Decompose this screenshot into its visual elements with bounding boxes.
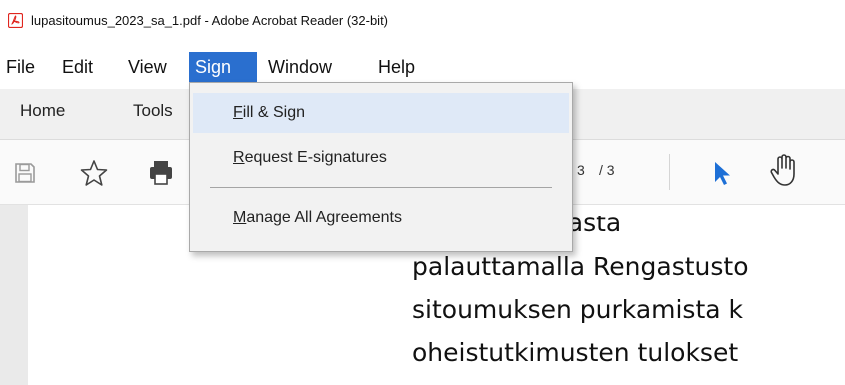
menu-item-manage-all-agreements[interactable]: Manage All Agreements <box>193 198 569 238</box>
menu-item-label: ill & Sign <box>242 104 306 121</box>
menu-bar: File Edit View Sign Window Help <box>0 52 845 82</box>
menu-separator <box>210 187 552 188</box>
mnemonic-letter: F <box>233 104 243 121</box>
menu-item-label: anage All Agreements <box>246 209 402 226</box>
menu-edit[interactable]: Edit <box>56 52 99 82</box>
toolbar-separator <box>669 154 670 190</box>
menu-help[interactable]: Help <box>372 52 421 82</box>
document-gutter <box>0 205 28 385</box>
hand-icon[interactable] <box>769 153 799 187</box>
window-title: lupasitoumus_2023_sa_1.pdf - Adobe Acrob… <box>31 13 389 28</box>
menu-item-fill-sign[interactable]: Fill & Sign <box>193 93 569 133</box>
tab-tools[interactable]: Tools <box>133 101 173 121</box>
menu-window[interactable]: Window <box>262 52 338 82</box>
document-line: oheistutkimusten tulokset <box>412 338 739 367</box>
star-icon[interactable] <box>80 159 108 187</box>
menu-item-label: equest E-signatures <box>244 149 387 166</box>
title-bar: lupasitoumus_2023_sa_1.pdf - Adobe Acrob… <box>0 0 845 44</box>
document-line: palauttamalla Rengastusto <box>412 252 749 281</box>
print-icon[interactable] <box>150 160 190 186</box>
document-line: sitoumuksen purkamista k <box>412 295 744 324</box>
save-icon[interactable] <box>14 162 36 184</box>
mnemonic-letter: R <box>233 149 245 166</box>
sign-menu-dropdown: Fill & Sign Request E-signatures Manage … <box>189 82 573 252</box>
acrobat-icon <box>8 13 23 28</box>
select-arrow-icon[interactable] <box>712 160 732 186</box>
tab-home[interactable]: Home <box>20 101 65 121</box>
menu-view[interactable]: View <box>122 52 173 82</box>
menu-file[interactable]: File <box>0 52 41 82</box>
mnemonic-letter: M <box>233 209 247 226</box>
menu-item-request-e-signatures[interactable]: Request E-signatures <box>193 138 569 178</box>
acrobat-window: lupasitoumus_2023_sa_1.pdf - Adobe Acrob… <box>0 0 845 385</box>
menu-sign[interactable]: Sign <box>189 52 257 82</box>
page-current[interactable]: 3 <box>577 162 585 178</box>
page-total: / 3 <box>599 162 615 178</box>
